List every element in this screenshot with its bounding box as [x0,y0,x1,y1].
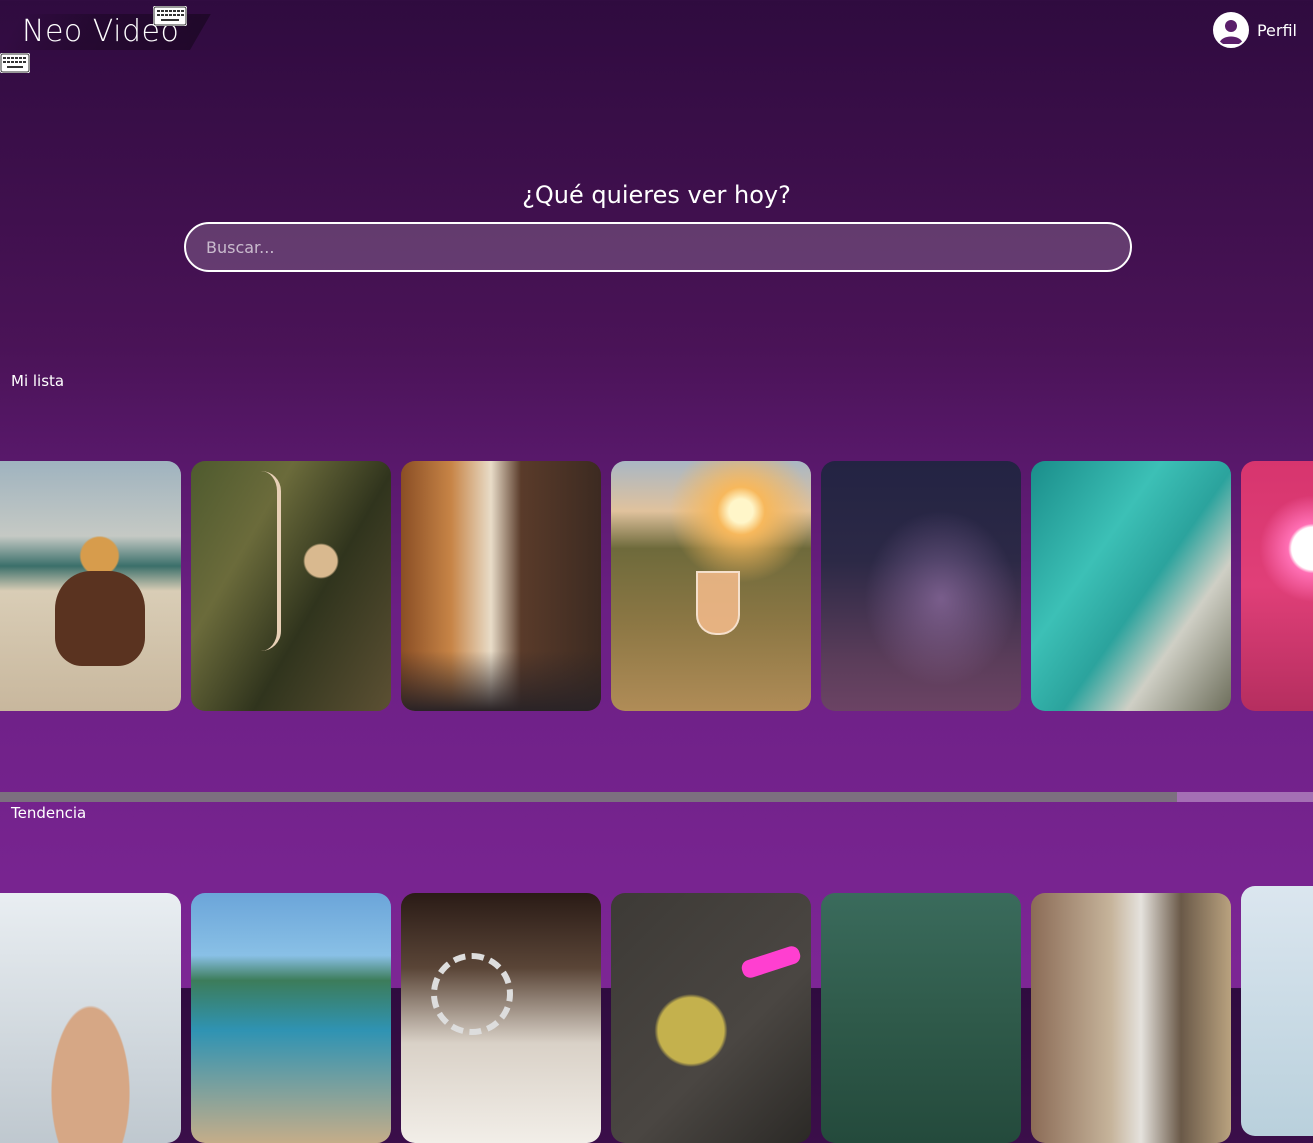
video-card-forest[interactable] [821,893,1021,1143]
video-card-city-street[interactable] [401,461,601,711]
video-card-sunset-wine[interactable] [611,461,811,711]
search-input[interactable] [184,222,1132,272]
video-card-restaurant-interior[interactable] [401,893,601,1143]
video-card-city-signs[interactable] [1031,893,1231,1143]
keyboard-icon[interactable] [153,6,187,26]
row-scrollbar[interactable] [0,792,1313,802]
video-card-beach-people[interactable] [191,893,391,1143]
video-card-archer[interactable] [191,461,391,711]
hero-title: ¿Qué quieres ver hoy? [522,181,791,209]
row-mi-lista [0,461,1313,711]
video-card-color-paint-man[interactable] [611,893,811,1143]
row-tendencia [0,886,1313,1143]
section-title-tendencia: Tendencia [11,804,87,822]
profile-button[interactable]: Perfil [1212,12,1297,48]
video-card-sky[interactable] [1241,886,1313,1136]
video-card-milky-way[interactable] [821,461,1021,711]
section-title-mi-lista: Mi lista [11,372,65,390]
keyboard-icon[interactable] [0,53,30,73]
row-scrollbar-thumb[interactable] [0,792,1177,802]
profile-label: Perfil [1256,20,1297,40]
user-avatar-icon [1212,12,1249,48]
video-card-ocean-coast[interactable] [1031,461,1231,711]
video-card-smiling-woman[interactable] [0,893,181,1143]
video-card-rodeo-horse[interactable] [0,461,181,711]
video-card-neon-sign[interactable] [1241,461,1313,711]
